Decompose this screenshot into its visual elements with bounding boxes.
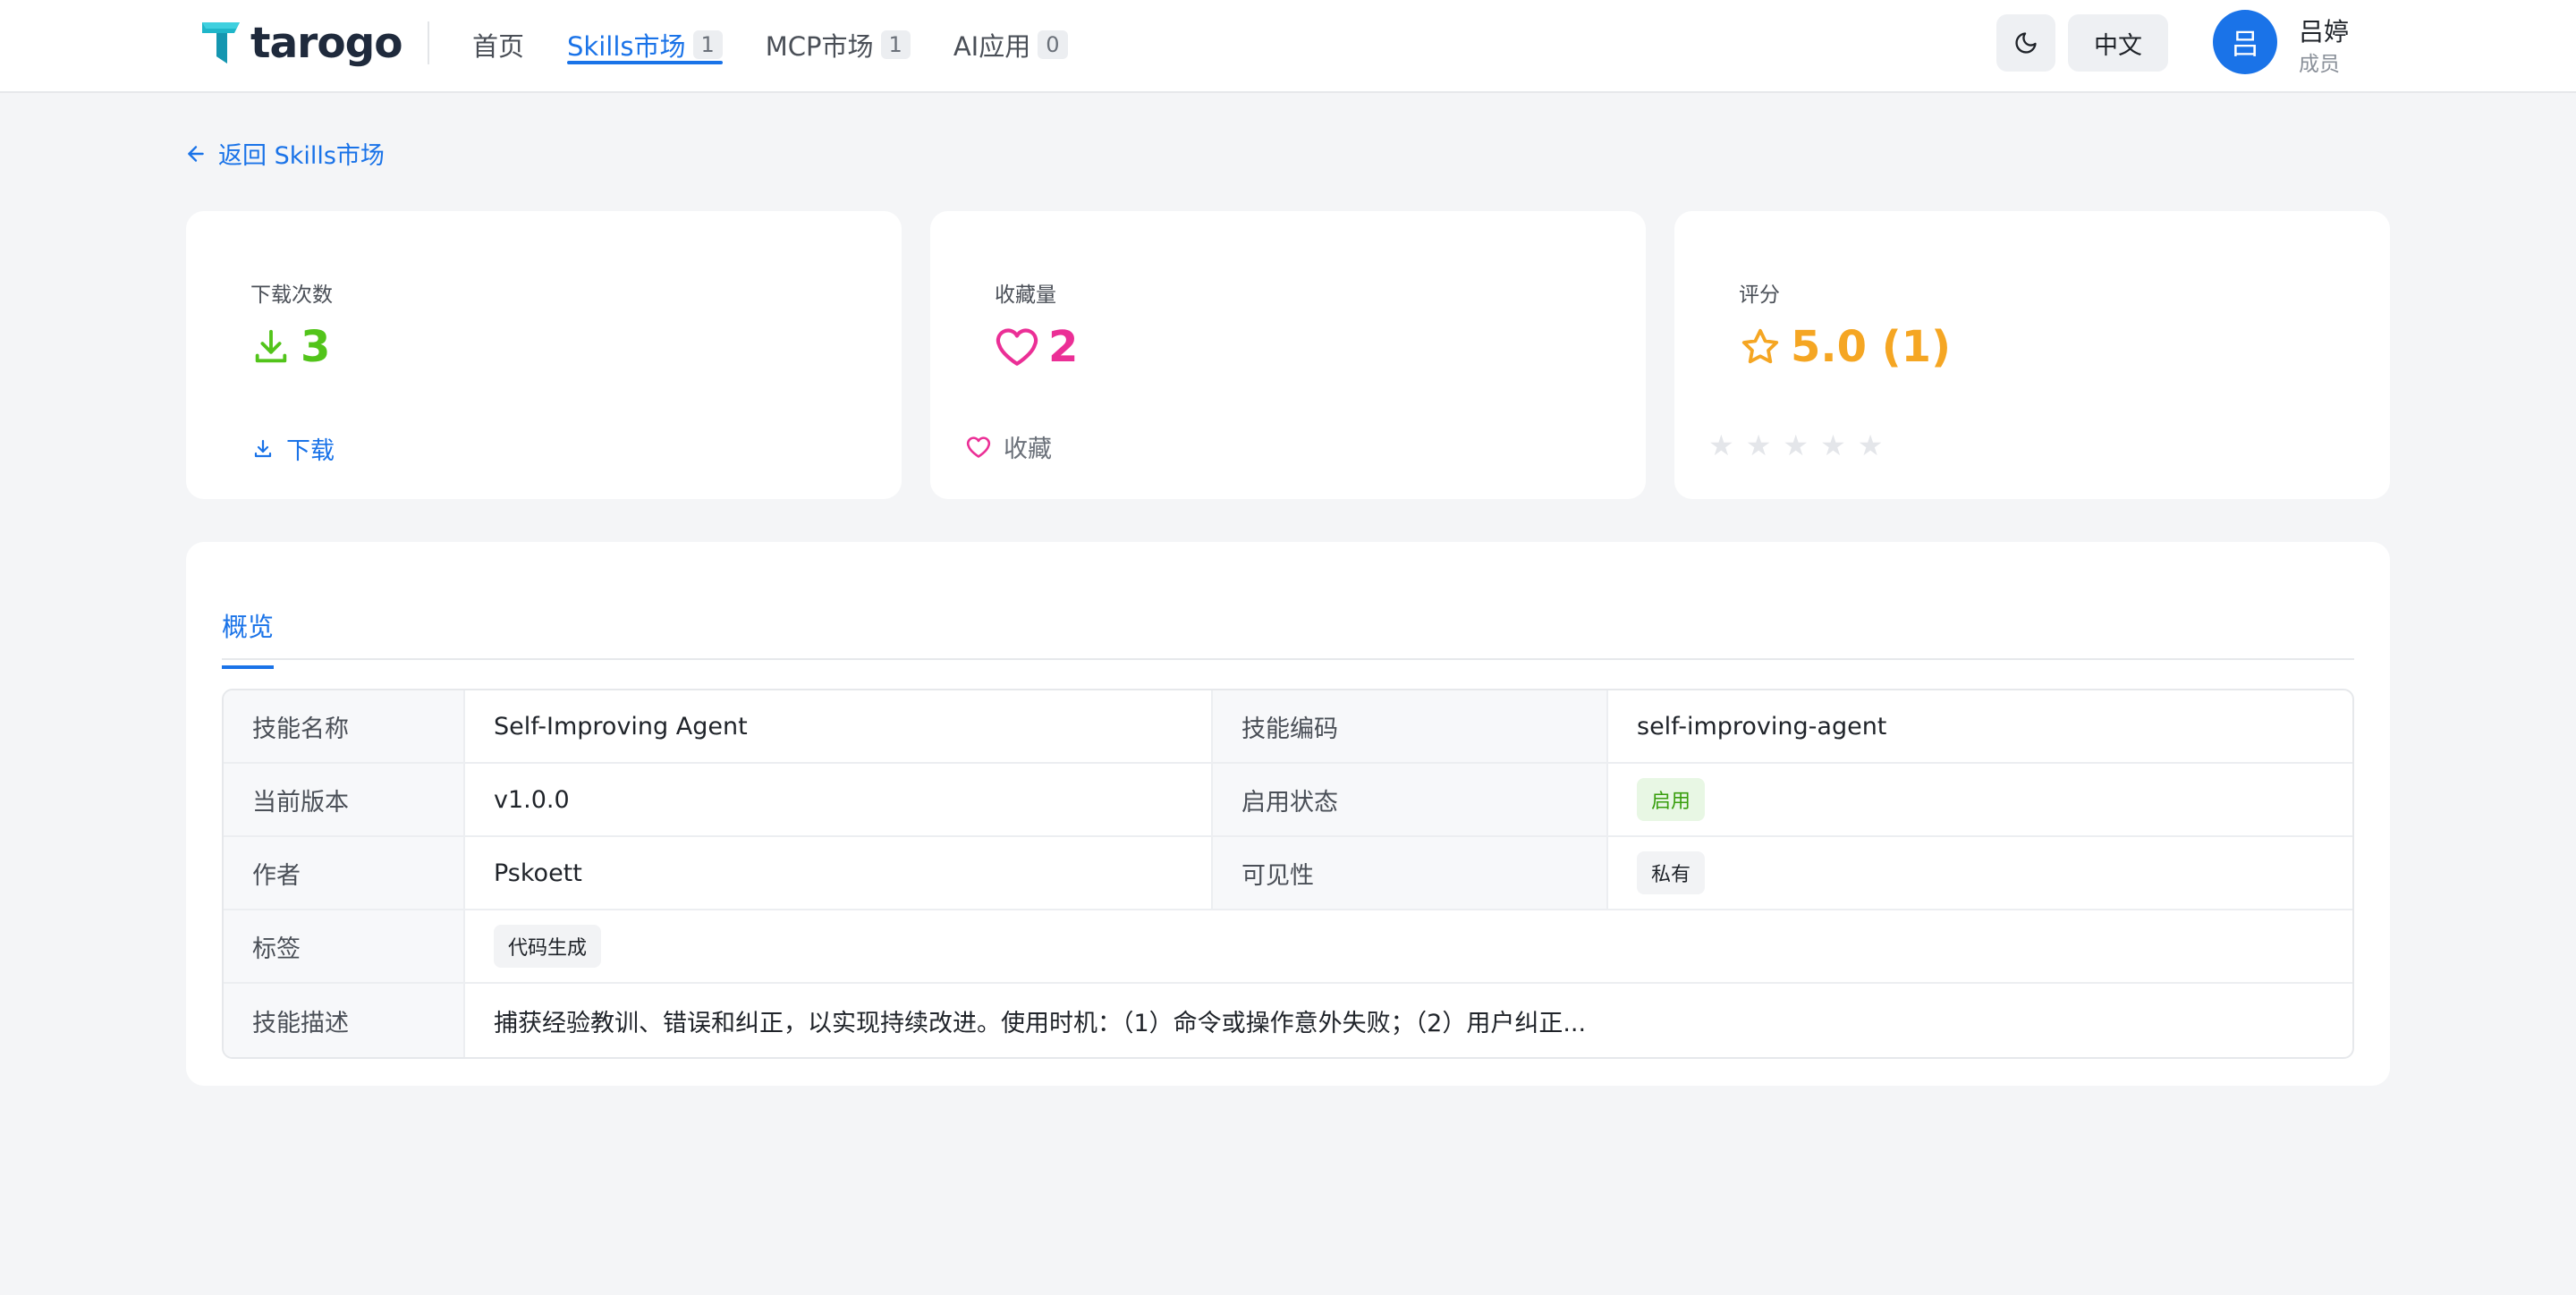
- rating-label: 评分: [1739, 284, 1780, 307]
- rating-star-2-icon[interactable]: ★: [1746, 431, 1772, 460]
- tags-label: 标签: [224, 910, 465, 984]
- detail-tabs: 概览: [222, 585, 2354, 669]
- nav-skills-market[interactable]: Skills市场 1: [567, 0, 723, 89]
- downloads-value-row: 3: [250, 322, 330, 372]
- status-badge: 启用: [1637, 778, 1706, 821]
- description-value: 捕获经验教训、错误和纠正，以实现持续改进。使用时机：（1）命令或操作意外失败；（…: [494, 1009, 1587, 1037]
- table-row: 作者 Pskoett 可见性 私有: [224, 837, 2352, 910]
- download-small-icon: [254, 439, 272, 457]
- nav-home-label: 首页: [472, 31, 525, 62]
- description-label: 技能描述: [224, 984, 465, 1057]
- rating-star-3-icon[interactable]: ★: [1783, 431, 1809, 460]
- arrow-left-icon: [188, 145, 204, 162]
- visibility-badge: 私有: [1637, 851, 1706, 894]
- moon-icon: [2015, 32, 2037, 54]
- nav-mcp-count-badge: 1: [880, 30, 911, 59]
- user-rating-stars[interactable]: ★ ★ ★ ★ ★: [1708, 431, 1894, 460]
- skill-name-value: Self-Improving Agent: [465, 690, 1213, 764]
- back-to-skills-link[interactable]: 返回 Skills市场: [184, 136, 385, 171]
- downloads-label: 下载次数: [250, 284, 333, 307]
- theme-toggle-button[interactable]: [1996, 14, 2055, 72]
- rating-star-1-icon[interactable]: ★: [1708, 431, 1734, 460]
- status-cell: 启用: [1608, 764, 2352, 837]
- download-button-label: 下载: [286, 437, 335, 465]
- nav-home[interactable]: 首页: [472, 0, 524, 89]
- back-link-label: 返回 Skills市场: [218, 142, 385, 170]
- rating-card: 评分 5.0 (1) ★ ★ ★ ★ ★: [1674, 211, 2390, 499]
- user-name: 吕婷: [2299, 17, 2350, 47]
- heart-small-icon: [966, 436, 991, 458]
- skill-code-label: 技能编码: [1213, 690, 1608, 764]
- tag-chip: 代码生成: [494, 925, 602, 968]
- brand-name: tarogo: [250, 18, 403, 68]
- tarogo-logo-icon: [202, 22, 240, 63]
- visibility-cell: 私有: [1608, 837, 2352, 910]
- user-avatar[interactable]: 吕: [2213, 10, 2277, 74]
- tags-cell: 代码生成: [465, 910, 2352, 984]
- favorite-button-label: 收藏: [1004, 436, 1052, 463]
- favorites-label: 收藏量: [995, 284, 1056, 307]
- main-nav: 首页 Skills市场 1 MCP市场 1 AI应用 0: [472, 0, 1111, 89]
- status-label: 启用状态: [1213, 764, 1608, 837]
- nav-ai-count-badge: 0: [1038, 30, 1068, 59]
- nav-skills-label: Skills市场: [567, 31, 686, 62]
- download-icon: [255, 329, 287, 363]
- language-switch-button[interactable]: 中文: [2068, 14, 2168, 72]
- brand-logo[interactable]: tarogo: [200, 18, 403, 68]
- favorites-count: 2: [1048, 322, 1079, 372]
- nav-ai-apps[interactable]: AI应用 0: [953, 0, 1068, 89]
- favorite-button[interactable]: 收藏: [966, 429, 1052, 464]
- tab-overview[interactable]: 概览: [222, 606, 275, 669]
- rating-star-5-icon[interactable]: ★: [1858, 431, 1884, 460]
- table-row: 当前版本 v1.0.0 启用状态 启用: [224, 764, 2352, 837]
- star-icon: [1741, 328, 1779, 364]
- table-row: 技能描述 捕获经验教训、错误和纠正，以实现持续改进。使用时机：（1）命令或操作意…: [224, 984, 2352, 1057]
- downloads-card: 下载次数 3 下载: [186, 211, 902, 499]
- skill-name-label: 技能名称: [224, 690, 465, 764]
- author-label: 作者: [224, 837, 465, 910]
- table-row: 标签 代码生成: [224, 910, 2352, 984]
- nav-mcp-market[interactable]: MCP市场 1: [766, 0, 911, 89]
- rating-score: 5.0 (1): [1791, 322, 1952, 372]
- download-button[interactable]: 下载: [252, 431, 335, 466]
- version-value: v1.0.0: [465, 764, 1213, 837]
- heart-icon: [996, 328, 1038, 366]
- rating-value-row: 5.0 (1): [1739, 322, 1951, 372]
- skill-details-table: 技能名称 Self-Improving Agent 技能编码 self-impr…: [222, 689, 2354, 1059]
- nav-skills-count-badge: 1: [692, 30, 723, 59]
- table-row: 技能名称 Self-Improving Agent 技能编码 self-impr…: [224, 690, 2352, 764]
- skill-code-value: self-improving-agent: [1608, 690, 2352, 764]
- nav-mcp-label: MCP市场: [765, 31, 874, 62]
- header-divider: [428, 21, 429, 64]
- author-value: Pskoett: [465, 837, 1213, 910]
- visibility-label: 可见性: [1213, 837, 1608, 910]
- favorites-card: 收藏量 2 收藏: [930, 211, 1646, 499]
- top-header: tarogo 首页 Skills市场 1 MCP市场 1 AI应用 0 中文 吕…: [0, 0, 2576, 93]
- user-role: 成员: [2299, 53, 2340, 76]
- downloads-count: 3: [301, 322, 331, 372]
- nav-ai-label: AI应用: [953, 31, 1031, 62]
- favorites-value-row: 2: [995, 322, 1078, 372]
- rating-star-4-icon[interactable]: ★: [1820, 431, 1846, 460]
- skill-detail-panel: 概览 技能名称 Self-Improving Agent 技能编码 self-i…: [186, 542, 2390, 1086]
- version-label: 当前版本: [224, 764, 465, 837]
